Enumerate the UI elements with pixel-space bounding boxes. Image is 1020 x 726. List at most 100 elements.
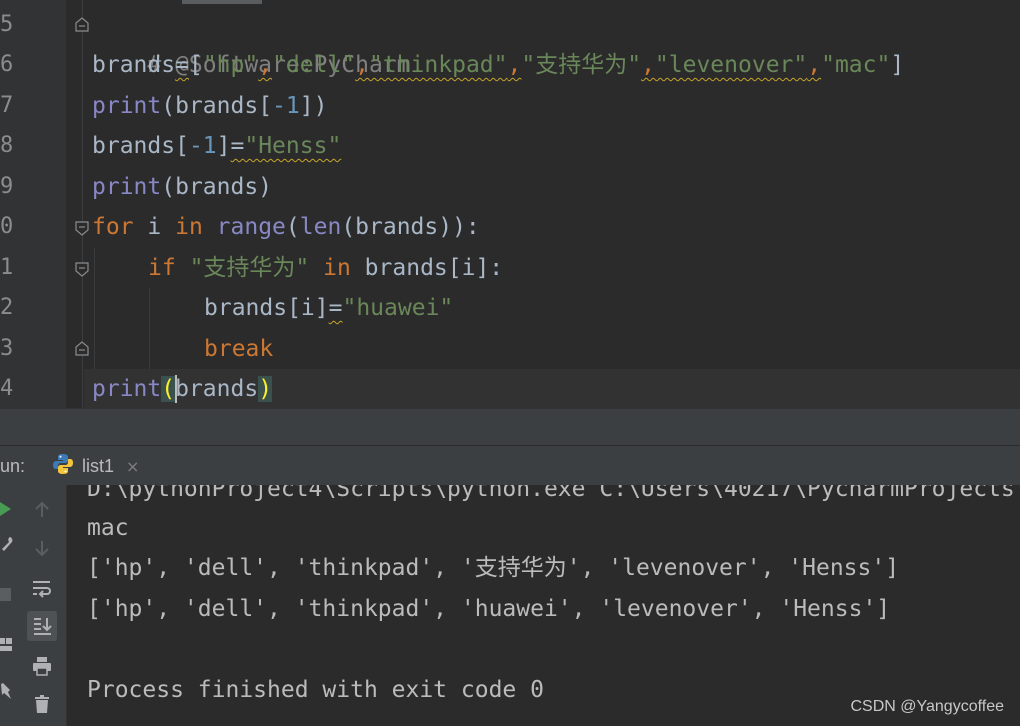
number-literal: -1 xyxy=(188,133,217,159)
keyword: in xyxy=(323,255,351,281)
line-number-gutter: 5 6 7 8 9 0 1 2 3 4 xyxy=(0,0,66,408)
line-number: 2 xyxy=(0,295,14,320)
code-line-8[interactable]: brands[-1]="Henss" xyxy=(92,126,341,166)
string-literal: "huawei" xyxy=(342,295,454,321)
bracket: ] xyxy=(890,52,905,78)
horizontal-scroll-thumb[interactable] xyxy=(182,0,262,4)
bracket: [ xyxy=(188,52,203,78)
run-tab-list1[interactable]: list1 × xyxy=(52,446,139,486)
code-editor[interactable]: 5 6 7 8 9 0 1 2 3 4 # @Software:PyCharm … xyxy=(0,0,1020,408)
wrench-icon[interactable] xyxy=(0,535,14,555)
fold-start-icon[interactable] xyxy=(74,261,90,277)
identifier: brands xyxy=(175,376,259,402)
keyword: if xyxy=(148,255,176,281)
line-number: 3 xyxy=(0,336,14,361)
run-label: un: xyxy=(0,456,26,476)
code-line-14[interactable]: print(brands) xyxy=(92,369,273,408)
console-line: Process finished with exit code 0 xyxy=(87,677,544,703)
paren: ( xyxy=(161,93,176,119)
run-console-output[interactable]: D:\pythonProject4\Scripts\python.exe C:\… xyxy=(67,485,1020,726)
close-icon[interactable]: × xyxy=(126,457,139,476)
pin-icon[interactable] xyxy=(0,681,14,701)
code-line-10[interactable]: for i in range(len(brands)): xyxy=(92,207,480,247)
string-literal: "支持华为" xyxy=(189,255,310,281)
code-line-13[interactable]: break xyxy=(204,329,273,369)
down-arrow-icon[interactable] xyxy=(27,533,57,563)
console-line: ['hp', 'dell', 'thinkpad', '支持华为', 'leve… xyxy=(87,555,900,581)
run-icon[interactable] xyxy=(0,499,14,519)
python-icon xyxy=(52,453,74,479)
builtin-function: range xyxy=(216,214,286,240)
code-line-11[interactable]: if "支持华为" in brands[i]: xyxy=(148,248,503,288)
console-line: D:\pythonProject4\Scripts\python.exe C:\… xyxy=(87,485,1015,502)
layout-icon[interactable] xyxy=(0,635,14,655)
code-line-6[interactable]: brands=["hp","dell","thinkpad","支持华为","l… xyxy=(92,45,904,85)
run-tool-window-header: un: list1 × xyxy=(0,445,1020,486)
trash-icon[interactable] xyxy=(27,689,57,719)
watermark: CSDN @Yangycoffee xyxy=(850,698,1005,715)
run-side-bar xyxy=(0,485,18,726)
identifier: i xyxy=(133,214,176,240)
line-number: 5 xyxy=(0,12,14,37)
builtin-function: print xyxy=(92,174,162,200)
line-number: 9 xyxy=(0,174,14,199)
matched-paren: ) xyxy=(258,376,273,402)
string-literal: "dell" xyxy=(272,52,356,78)
comma: , xyxy=(641,52,655,78)
bracket: ]) xyxy=(299,93,328,119)
operator: = xyxy=(230,133,245,159)
scroll-to-end-icon[interactable] xyxy=(27,611,57,641)
line-number: 7 xyxy=(0,93,14,118)
paren: ( xyxy=(285,214,300,240)
soft-wrap-icon[interactable] xyxy=(27,573,57,603)
run-toolbar xyxy=(18,485,67,726)
identifier: brands[ xyxy=(175,93,273,119)
console-line: ['hp', 'dell', 'thinkpad', 'huawei', 'le… xyxy=(87,596,891,622)
line-number: 8 xyxy=(0,133,14,158)
builtin-function: print xyxy=(92,376,162,402)
text-caret xyxy=(175,375,177,403)
stop-icon[interactable] xyxy=(0,585,14,605)
console-line: mac xyxy=(87,515,129,541)
fold-end-icon[interactable] xyxy=(74,341,90,357)
line-number: 4 xyxy=(0,376,14,401)
comma: , xyxy=(258,52,273,78)
keyword: for xyxy=(92,214,134,240)
code-line-7[interactable]: print(brands[-1]) xyxy=(92,86,327,126)
string-literal: "Henss" xyxy=(244,133,342,159)
operator: = xyxy=(175,52,189,78)
up-arrow-icon[interactable] xyxy=(27,495,57,525)
string-literal: "hp" xyxy=(202,52,259,78)
identifier: brands[ xyxy=(92,133,189,159)
fold-start-icon[interactable] xyxy=(74,220,90,236)
string-literal: "levenover" xyxy=(654,52,808,78)
keyword: in xyxy=(175,214,203,240)
builtin-function: len xyxy=(299,214,342,240)
identifier: brands[i]: xyxy=(350,255,504,281)
operator: = xyxy=(328,295,343,321)
code-line-5[interactable]: # @Software:PyCharm xyxy=(92,5,410,78)
comma: , xyxy=(507,52,522,78)
print-icon[interactable] xyxy=(27,651,57,681)
identifier: brands xyxy=(92,52,176,78)
editor-breadcrumb-strip xyxy=(0,408,1020,446)
string-literal: "thinkpad" xyxy=(369,52,508,78)
keyword: break xyxy=(204,336,274,362)
bracket: ] xyxy=(216,133,231,159)
comma: , xyxy=(355,52,370,78)
comma: , xyxy=(807,52,822,78)
code-line-9[interactable]: print(brands) xyxy=(92,167,272,207)
line-number: 1 xyxy=(0,255,14,280)
arguments: (brands)): xyxy=(341,214,480,240)
line-number: 0 xyxy=(0,214,14,239)
string-literal: "mac" xyxy=(821,52,891,78)
number-literal: -1 xyxy=(272,93,300,119)
fold-end-icon[interactable] xyxy=(74,17,90,33)
identifier: brands[i] xyxy=(204,295,329,321)
indent-guide xyxy=(149,288,150,369)
string-literal: "支持华为" xyxy=(521,52,642,78)
code-line-12[interactable]: brands[i]="huawei" xyxy=(204,288,453,328)
